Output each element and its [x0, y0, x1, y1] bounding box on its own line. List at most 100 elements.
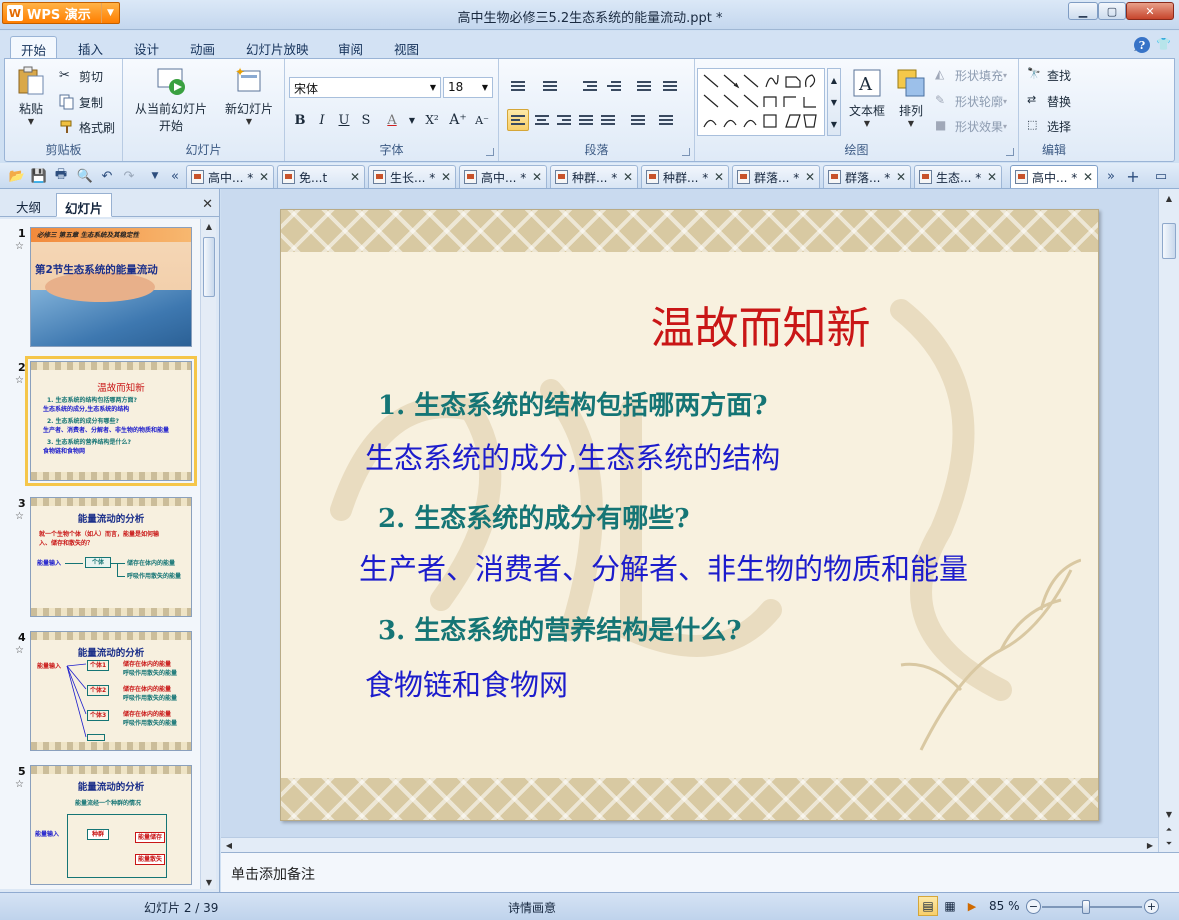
- editor-vertical-scrollbar[interactable]: ▲ ▼ ⏶ ⏷: [1158, 189, 1179, 852]
- notes-placeholder[interactable]: 单击添加备注: [231, 864, 315, 884]
- maximize-button[interactable]: ▢: [1098, 2, 1126, 20]
- numbering-button[interactable]: [539, 75, 561, 97]
- tab-view[interactable]: 视图: [384, 36, 429, 59]
- question-1[interactable]: 1. 生态系统的结构包括哪两方面?: [378, 385, 767, 422]
- arrange-button[interactable]: 排列 ▼: [893, 67, 929, 128]
- doc-tab[interactable]: 生态... * ✕: [914, 165, 1002, 188]
- gallery-scroll[interactable]: ▲ ▼ ▼: [827, 68, 841, 136]
- tab-insert[interactable]: 插入: [68, 36, 113, 59]
- doc-tab[interactable]: 生长... * ✕: [368, 165, 456, 188]
- previous-slide-icon[interactable]: ⏶: [1161, 823, 1177, 837]
- question-2[interactable]: 2. 生态系统的成分有哪些?: [378, 498, 689, 535]
- copy-button[interactable]: 复制: [59, 92, 103, 112]
- distribute-button[interactable]: [597, 109, 619, 131]
- scroll-left-icon[interactable]: ◀: [221, 838, 237, 852]
- paste-button[interactable]: 粘贴 ▼: [15, 65, 47, 126]
- font-dialog-launcher[interactable]: [486, 148, 494, 156]
- scroll-thumb[interactable]: [1162, 223, 1176, 259]
- bold-button[interactable]: B: [289, 109, 311, 131]
- slide-title[interactable]: 温故而知新: [281, 292, 1098, 356]
- print-preview-icon[interactable]: 🔍: [76, 167, 94, 185]
- open-icon[interactable]: 📂: [8, 167, 26, 185]
- scroll-down-icon[interactable]: ▼: [1161, 807, 1177, 821]
- answer-3[interactable]: 食物链和食物网: [365, 662, 568, 704]
- bullets-button[interactable]: [507, 75, 529, 97]
- tabs-scroll-right-icon[interactable]: »: [1102, 167, 1120, 185]
- paragraph-dialog-launcher[interactable]: [682, 148, 690, 156]
- doc-tab[interactable]: 群落... * ✕: [732, 165, 820, 188]
- doc-tab[interactable]: 种群... * ✕: [550, 165, 638, 188]
- current-slide[interactable]: 温故而知新 1. 生态系统的结构包括哪两方面? 生态系统的成分,生态系统的结构 …: [280, 209, 1099, 821]
- close-tab-icon[interactable]: ✕: [987, 170, 997, 184]
- format-painter-button[interactable]: 格式刷: [59, 117, 115, 137]
- scroll-down-icon[interactable]: ▼: [201, 875, 217, 889]
- answer-1[interactable]: 生态系统的成分,生态系统的结构: [365, 435, 780, 477]
- save-icon[interactable]: 💾: [30, 167, 48, 185]
- tabs-scroll-left-icon[interactable]: «: [166, 167, 184, 185]
- slide-thumbnail-2[interactable]: 温故而知新 1. 生态系统的结构包括哪两方面? 生态系统的成分,生态系统的结构 …: [25, 356, 197, 486]
- answer-2[interactable]: 生产者、消费者、分解者、非生物的物质和能量: [359, 546, 968, 588]
- close-tab-icon[interactable]: ✕: [623, 170, 633, 184]
- zoom-slider[interactable]: [1042, 906, 1142, 908]
- skin-icon[interactable]: 👕: [1156, 37, 1171, 54]
- font-size-combo[interactable]: 18 ▼: [443, 77, 493, 98]
- line-spacing-button[interactable]: [627, 109, 649, 131]
- align-left-button[interactable]: [507, 109, 529, 131]
- close-tab-icon[interactable]: ✕: [805, 170, 815, 184]
- tab-animation[interactable]: 动画: [180, 36, 225, 59]
- app-menu-button[interactable]: W WPS 演示 ▼: [2, 2, 120, 24]
- scroll-up-icon[interactable]: ▲: [1161, 191, 1177, 205]
- zoom-in-button[interactable]: +: [1144, 899, 1159, 914]
- scroll-thumb[interactable]: [203, 237, 215, 297]
- replace-button[interactable]: ⇄ 替换: [1027, 91, 1071, 111]
- grow-font-button[interactable]: A⁺: [447, 109, 469, 131]
- close-tab-icon[interactable]: ✕: [1083, 170, 1093, 184]
- doc-tab[interactable]: 群落... * ✕: [823, 165, 911, 188]
- close-window-button[interactable]: ✕: [1126, 2, 1174, 20]
- chevron-down-icon[interactable]: ▼: [401, 109, 423, 131]
- doc-tab[interactable]: 种群... * ✕: [641, 165, 729, 188]
- align-center-button[interactable]: [531, 109, 553, 131]
- close-tab-icon[interactable]: ✕: [714, 170, 724, 184]
- new-slide-button[interactable]: ✦ 新幻灯片 ▼: [219, 65, 279, 126]
- editor-horizontal-scrollbar[interactable]: ◀ ▶: [221, 837, 1158, 852]
- columns-button[interactable]: [655, 109, 677, 131]
- next-slide-icon[interactable]: ⏷: [1161, 837, 1177, 851]
- zoom-out-button[interactable]: −: [1026, 899, 1041, 914]
- text-direction-button[interactable]: [633, 75, 655, 97]
- increase-indent-button[interactable]: [603, 75, 625, 97]
- font-color-button[interactable]: A: [381, 109, 403, 131]
- customize-toolbar-icon[interactable]: ▼: [146, 167, 164, 185]
- font-name-combo[interactable]: 宋体 ▼: [289, 77, 441, 98]
- question-3[interactable]: 3. 生态系统的营养结构是什么?: [378, 610, 741, 647]
- shrink-font-button[interactable]: A⁻: [471, 109, 493, 131]
- underline-button[interactable]: U: [333, 109, 355, 131]
- align-text-button[interactable]: [659, 75, 681, 97]
- print-icon[interactable]: 🖶: [52, 167, 70, 185]
- tab-slideshow[interactable]: 幻灯片放映: [236, 36, 319, 59]
- close-panel-icon[interactable]: ✕: [202, 197, 213, 212]
- slide-thumbnail-4[interactable]: 能量流动的分析 能量输入 个体1 储存在体内的能量 呼吸作用散失的能量 个体2 …: [30, 631, 192, 751]
- find-button[interactable]: 🔭 查找: [1027, 65, 1071, 85]
- play-from-current-button[interactable]: 从当前幻灯片 开始: [133, 65, 209, 134]
- notes-pane[interactable]: 单击添加备注: [221, 852, 1179, 892]
- slide-thumbnail-3[interactable]: 能量流动的分析 就一个生物个体（如人）而言，能量是如何输 入、储存和散失的？ 能…: [30, 497, 192, 617]
- redo-icon[interactable]: ↷: [120, 167, 138, 185]
- drawing-dialog-launcher[interactable]: [1006, 148, 1014, 156]
- close-tab-icon[interactable]: ✕: [896, 170, 906, 184]
- textbox-button[interactable]: A 文本框 ▼: [847, 67, 887, 128]
- justify-button[interactable]: [575, 109, 597, 131]
- close-tab-icon[interactable]: ✕: [532, 170, 542, 184]
- zoom-level[interactable]: 85 %: [989, 899, 1020, 913]
- decrease-indent-button[interactable]: [579, 75, 601, 97]
- window-list-icon[interactable]: ▭: [1152, 167, 1170, 185]
- italic-button[interactable]: I: [311, 109, 333, 131]
- tab-outline[interactable]: 大纲: [8, 193, 49, 217]
- slide-sorter-view-button[interactable]: ▦: [940, 896, 960, 916]
- new-tab-icon[interactable]: +: [1124, 167, 1142, 186]
- doc-tab[interactable]: 高中... * ✕: [186, 165, 274, 188]
- scroll-right-icon[interactable]: ▶: [1142, 838, 1158, 852]
- shape-fill-button[interactable]: ◭ 形状填充 ▾: [935, 65, 1007, 85]
- doc-tab[interactable]: 免...t ✕: [277, 165, 365, 188]
- cut-button[interactable]: ✂ 剪切: [59, 66, 103, 86]
